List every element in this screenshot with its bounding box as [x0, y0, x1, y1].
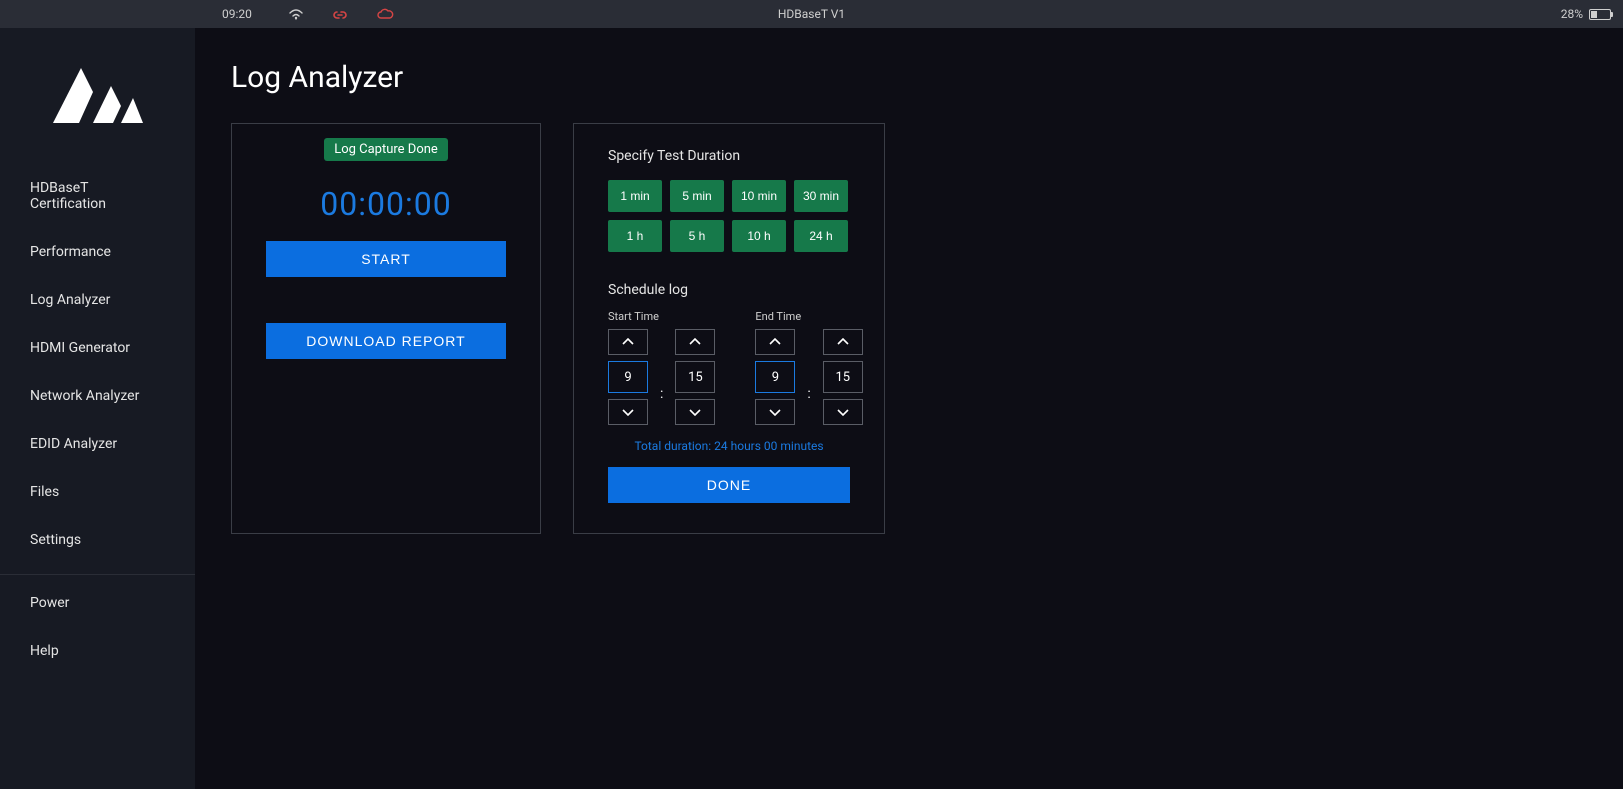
- duration-card: Specify Test Duration 1 min 5 min 10 min…: [573, 123, 885, 534]
- cloud-icon: [376, 8, 394, 20]
- sidebar-item-performance[interactable]: Performance: [0, 228, 195, 276]
- end-hour-up[interactable]: [755, 329, 795, 355]
- start-hour-up[interactable]: [608, 329, 648, 355]
- timer-display: 00:00:00: [266, 185, 506, 223]
- start-time-label: Start Time: [608, 310, 715, 323]
- sidebar: HDBaseT Certification Performance Log An…: [0, 28, 195, 789]
- sidebar-item-log-analyzer[interactable]: Log Analyzer: [0, 276, 195, 324]
- done-button[interactable]: DONE: [608, 467, 850, 503]
- time-colon: :: [807, 352, 810, 402]
- end-min-down[interactable]: [823, 399, 863, 425]
- total-duration: Total duration: 24 hours 00 minutes: [608, 439, 850, 453]
- end-min-value: 15: [823, 361, 863, 393]
- duration-option-10h[interactable]: 10 h: [732, 220, 786, 252]
- duration-option-24h[interactable]: 24 h: [794, 220, 848, 252]
- clock: 09:20: [222, 7, 252, 21]
- status-badge: Log Capture Done: [324, 138, 448, 161]
- start-hour-value: 9: [608, 361, 648, 393]
- status-bar: 09:20 HDBaseT V1 28%: [0, 0, 1623, 28]
- time-colon: :: [660, 352, 663, 402]
- duration-option-10min[interactable]: 10 min: [732, 180, 786, 212]
- page-title: Log Analyzer: [231, 60, 1587, 95]
- sidebar-item-help[interactable]: Help: [0, 627, 195, 675]
- link-icon: [332, 8, 348, 20]
- download-report-button[interactable]: DOWNLOAD REPORT: [266, 323, 506, 359]
- statusbar-title: HDBaseT V1: [778, 7, 845, 21]
- wifi-icon: [288, 8, 304, 20]
- end-hour-value: 9: [755, 361, 795, 393]
- schedule-heading: Schedule log: [608, 282, 850, 298]
- sidebar-item-network-analyzer[interactable]: Network Analyzer: [0, 372, 195, 420]
- battery-percent: 28%: [1561, 7, 1583, 21]
- sidebar-item-settings[interactable]: Settings: [0, 516, 195, 564]
- start-min-up[interactable]: [675, 329, 715, 355]
- duration-option-1h[interactable]: 1 h: [608, 220, 662, 252]
- sidebar-item-hdbaset-certification[interactable]: HDBaseT Certification: [0, 164, 195, 228]
- capture-card: Log Capture Done 00:00:00 START DOWNLOAD…: [231, 123, 541, 534]
- start-hour-down[interactable]: [608, 399, 648, 425]
- start-min-down[interactable]: [675, 399, 715, 425]
- end-hour-down[interactable]: [755, 399, 795, 425]
- sidebar-item-power[interactable]: Power: [0, 579, 195, 627]
- end-min-up[interactable]: [823, 329, 863, 355]
- sidebar-item-hdmi-generator[interactable]: HDMI Generator: [0, 324, 195, 372]
- main-content: Log Analyzer Log Capture Done 00:00:00 S…: [195, 28, 1623, 789]
- duration-option-1min[interactable]: 1 min: [608, 180, 662, 212]
- sidebar-item-files[interactable]: Files: [0, 468, 195, 516]
- duration-heading: Specify Test Duration: [608, 148, 850, 164]
- battery-icon: [1589, 9, 1611, 20]
- sidebar-item-edid-analyzer[interactable]: EDID Analyzer: [0, 420, 195, 468]
- duration-option-5min[interactable]: 5 min: [670, 180, 724, 212]
- logo: [0, 58, 195, 130]
- duration-option-30min[interactable]: 30 min: [794, 180, 848, 212]
- duration-option-5h[interactable]: 5 h: [670, 220, 724, 252]
- start-min-value: 15: [675, 361, 715, 393]
- end-time-label: End Time: [755, 310, 862, 323]
- start-button[interactable]: START: [266, 241, 506, 277]
